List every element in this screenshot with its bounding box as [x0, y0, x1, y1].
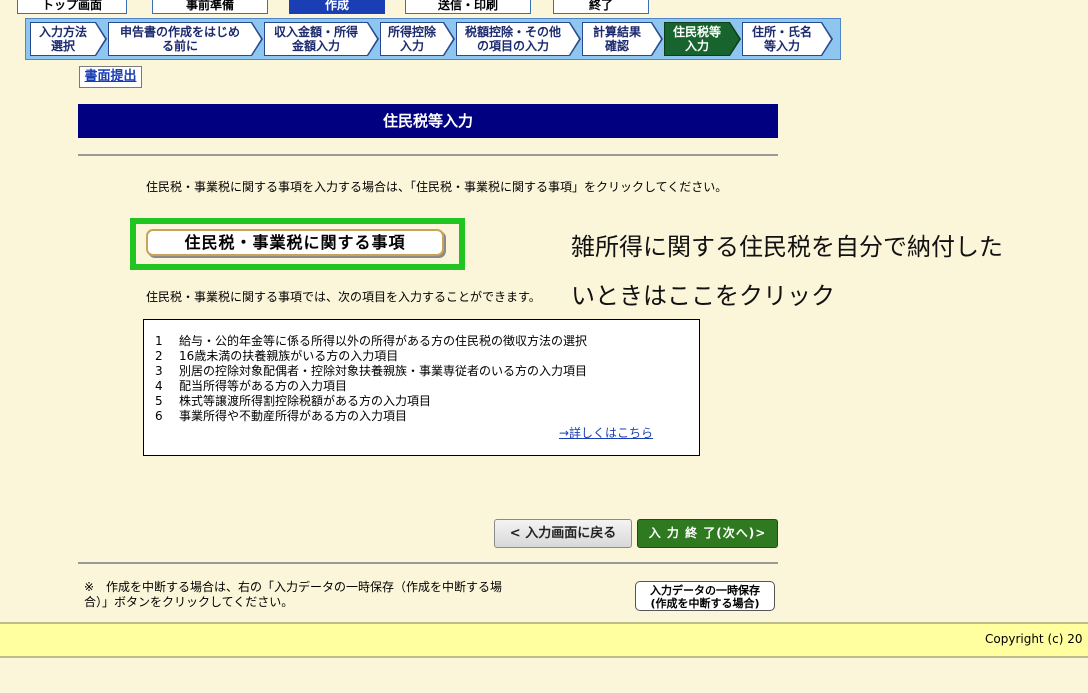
item-number: 3: [155, 364, 163, 378]
item-list: 1 給与・公的年金等に係る所得以外の所得がある方の住民税の徴収方法の選択 2 16歳…: [155, 334, 587, 424]
step-label-line2: 選択: [50, 39, 75, 53]
item-text: 事業所得や不動産所得がある方の入力項目: [179, 409, 408, 423]
interrupt-note: ※ 作成を中断する場合は、右の「入力データの一時保存（作成を中断する場合）」ボタ…: [84, 580, 503, 609]
item-text: 株式等譲渡所得割控除税額がある方の入力項目: [179, 394, 432, 408]
step-label-line1: 申告書の作成をはじめ: [119, 25, 240, 39]
list-item: 4 配当所得等がある方の入力項目: [155, 379, 587, 394]
step-label-line1: 住所・氏名: [751, 25, 812, 39]
item-text: 給与・公的年金等に係る所得以外の所得がある方の住民税の徴収方法の選択: [179, 334, 588, 348]
step-progress-bar: 入力方法 選択 申告書の作成をはじめ る前に 収入金額・所得 金額入力 所得控除…: [25, 18, 841, 60]
list-item: 1 給与・公的年金等に係る所得以外の所得がある方の住民税の徴収方法の選択: [155, 334, 587, 349]
step-deduction-input[interactable]: 所得控除 入力: [380, 22, 455, 56]
step-resident-tax: 住民税等 入力: [664, 22, 741, 56]
step-label-line1: 収入金額・所得: [273, 25, 358, 39]
step-income-input[interactable]: 収入金額・所得 金額入力: [264, 22, 379, 56]
divider: [78, 562, 778, 564]
list-item: 6 事業所得や不動産所得がある方の入力項目: [155, 409, 587, 424]
step-label-line2: 確認: [604, 39, 629, 53]
items-intro-text: 住民税・事業税に関する事項では、次の項目を入力することができます。: [146, 290, 541, 304]
tab-label: トップ画面: [41, 0, 102, 12]
item-number: 5: [155, 394, 163, 408]
intro-text: 住民税・事業税に関する事項を入力する場合は、「住民税・事業税に関する事項」をクリ…: [146, 180, 728, 194]
back-to-input-button[interactable]: < 入力画面に戻る: [494, 519, 632, 548]
annotation-line2: いときはここをクリック: [571, 282, 835, 310]
step-label-line1: 住民税等: [672, 25, 721, 39]
item-list-box: 1 給与・公的年金等に係る所得以外の所得がある方の住民税の徴収方法の選択 2 16歳…: [143, 319, 700, 456]
step-label-line2: の項目の入力: [476, 39, 549, 53]
step-label-line1: 入力方法: [38, 25, 87, 39]
step-input-method[interactable]: 入力方法 選択: [30, 22, 107, 56]
item-number: 6: [155, 409, 163, 423]
step-before-start[interactable]: 申告書の作成をはじめ る前に: [108, 22, 263, 56]
tab-send-print[interactable]: 送信・印刷: [405, 0, 531, 14]
item-number: 1: [155, 334, 163, 348]
document-submit-button[interactable]: 書面提出: [79, 66, 142, 88]
annotation-line1: 雑所得に関する住民税を自分で納付した: [571, 233, 1003, 261]
resident-tax-button[interactable]: 住民税・事業税に関する事項: [146, 229, 444, 256]
tab-label: 作成: [324, 0, 349, 12]
step-label-line1: 税額控除・その他: [464, 25, 561, 39]
step-label-line2: 入力: [399, 39, 424, 53]
step-label-line1: 所得控除: [387, 25, 436, 39]
step-label-line1: 計算結果: [592, 25, 641, 39]
tab-preparation[interactable]: 事前準備: [152, 0, 268, 14]
temp-save-button[interactable]: 入力データの一時保存 (作成を中断する場合): [635, 581, 775, 611]
step-label-line2: 金額入力: [291, 39, 340, 53]
tab-create[interactable]: 作成: [289, 0, 385, 14]
save-button-line2: (作成を中断する場合): [650, 597, 760, 610]
list-item: 2 16歳未満の扶養親族がいる方の入力項目: [155, 349, 587, 364]
list-item: 5 株式等譲渡所得割控除税額がある方の入力項目: [155, 394, 587, 409]
item-number: 2: [155, 349, 163, 363]
copyright-text: Copyright (c) 20: [985, 632, 1083, 646]
tab-finish[interactable]: 終了: [553, 0, 649, 14]
list-item: 3 別居の控除対象配偶者・控除対象扶養親族・事業専従者のいる方の入力項目: [155, 364, 587, 379]
step-tax-credit-input[interactable]: 税額控除・その他 の項目の入力: [456, 22, 581, 56]
tab-label: 送信・印刷: [437, 0, 498, 12]
save-button-line1: 入力データの一時保存: [650, 584, 760, 597]
details-link[interactable]: →詳しくはこちら: [559, 424, 653, 441]
step-calc-result[interactable]: 計算結果 確認: [582, 22, 663, 56]
item-text: 16歳未満の扶養親族がいる方の入力項目: [179, 349, 399, 363]
step-label-line2: 等入力: [763, 39, 800, 53]
finish-input-next-button[interactable]: 入 力 終 了(次へ)>: [637, 519, 778, 548]
item-number: 4: [155, 379, 163, 393]
page-title: 住民税等入力: [78, 104, 778, 138]
step-label-line2: 入力: [684, 39, 709, 53]
item-text: 配当所得等がある方の入力項目: [179, 379, 348, 393]
tab-label: 終了: [588, 0, 613, 12]
step-address-name[interactable]: 住所・氏名 等入力: [742, 22, 833, 56]
divider: [78, 154, 778, 156]
footer-bar: Copyright (c) 20: [0, 622, 1088, 658]
tab-top-screen[interactable]: トップ画面: [17, 0, 127, 14]
tab-label: 事前準備: [185, 0, 234, 12]
item-text: 別居の控除対象配偶者・控除対象扶養親族・事業専従者のいる方の入力項目: [179, 364, 588, 378]
step-label-line2: る前に: [161, 39, 198, 53]
